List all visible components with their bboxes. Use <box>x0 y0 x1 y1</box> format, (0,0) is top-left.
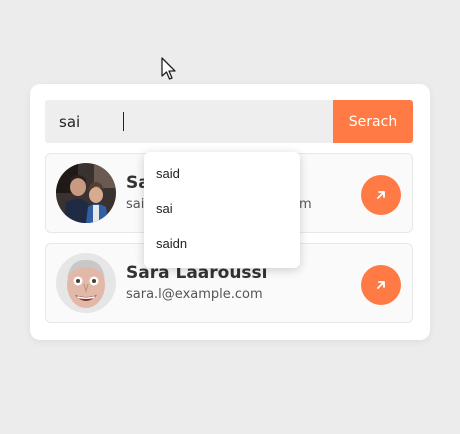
search-bar: Serach <box>45 100 413 143</box>
open-result-button[interactable] <box>361 265 401 305</box>
text-caret <box>123 112 124 131</box>
suggestion-item[interactable]: saidn <box>144 226 300 261</box>
autocomplete-dropdown: said sai saidn <box>144 152 300 268</box>
suggestion-item[interactable]: sai <box>144 191 300 226</box>
open-result-button[interactable] <box>361 175 401 215</box>
result-email: sara.l@example.com <box>126 287 263 302</box>
result-email-end: m <box>299 197 312 212</box>
group-photo-avatar <box>56 163 116 223</box>
search-button[interactable]: Serach <box>333 100 413 143</box>
face-photo-avatar <box>56 253 116 313</box>
search-input[interactable] <box>45 100 333 143</box>
result-email-start: sai <box>126 197 145 212</box>
mouse-cursor-icon <box>161 57 176 80</box>
arrow-up-right-icon <box>377 191 385 199</box>
avatar <box>56 253 116 313</box>
avatar <box>56 163 116 223</box>
result-email: sai m <box>126 197 312 212</box>
arrow-up-right-icon <box>377 281 385 289</box>
suggestion-item[interactable]: said <box>144 156 300 191</box>
